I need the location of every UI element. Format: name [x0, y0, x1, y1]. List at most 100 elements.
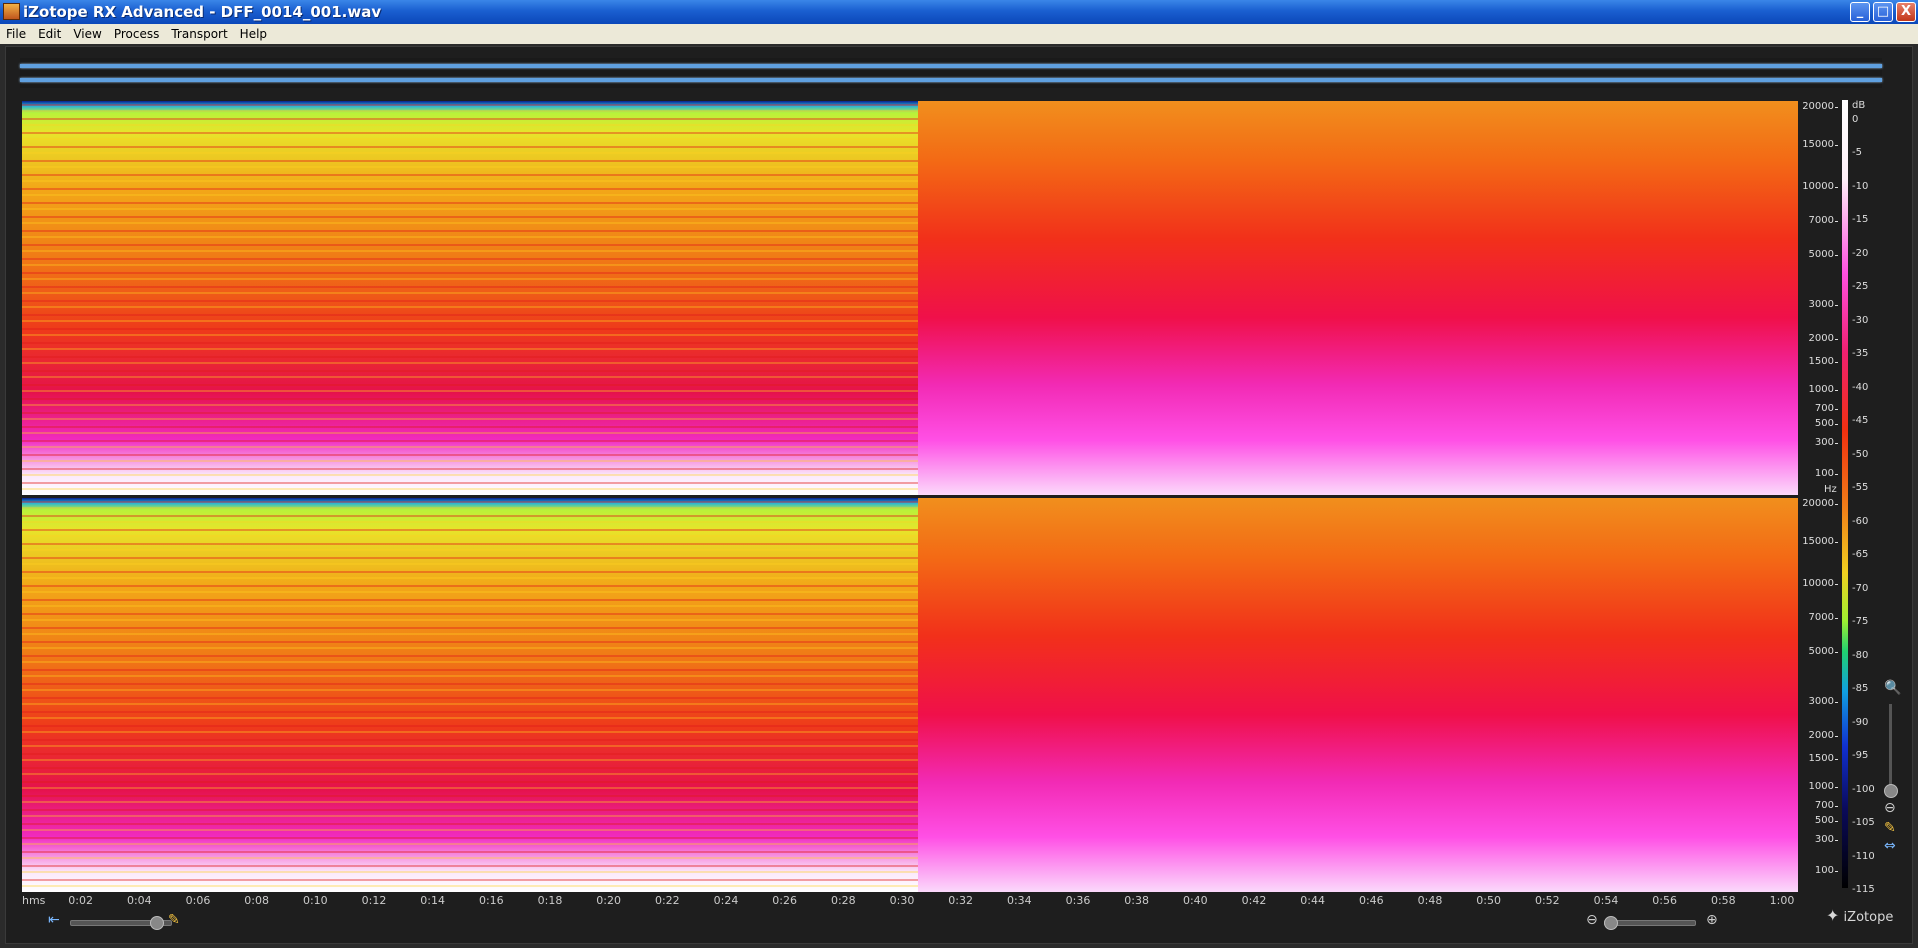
db-unit-label: dB — [1852, 100, 1866, 111]
freq-tick-label: 15000 — [1802, 536, 1838, 547]
freq-tick-label: 100 — [1814, 467, 1839, 479]
db-tick-label: -50 — [1852, 448, 1869, 460]
bottom-toolbar: ⇤ ✎ ⊖ ⊕ — [6, 912, 1912, 942]
db-tick-label: -115 — [1852, 884, 1875, 895]
freq-tick-label: 3000 — [1808, 298, 1839, 310]
vertical-zoom-control[interactable]: 🔍 ⊖ ✎ ⇔ — [1884, 680, 1901, 860]
maximize-button[interactable]: □ — [1873, 2, 1893, 22]
freq-tick-label: 500 — [1814, 418, 1839, 430]
freq-tick-label: 300 — [1814, 834, 1839, 846]
pencil-vertical-icon[interactable]: ✎ — [1884, 820, 1896, 836]
time-tick-label: 0:22 — [654, 894, 680, 907]
db-tick-label: -25 — [1852, 281, 1869, 293]
time-tick-label: 0:44 — [1300, 894, 1326, 907]
freq-tick-label: 300 — [1814, 437, 1839, 449]
freq-tick-label: 15000 — [1802, 139, 1838, 150]
db-tick-label: -85 — [1852, 683, 1869, 695]
arrow-vertical-icon[interactable]: ⇔ — [1884, 838, 1896, 854]
zoom-out-vertical-icon[interactable]: ⊖ — [1884, 800, 1896, 816]
db-tick-label: -70 — [1852, 582, 1869, 594]
time-tick-label: 0:50 — [1476, 894, 1502, 907]
db-tick-label: -90 — [1852, 716, 1869, 728]
db-tick-label: -80 — [1852, 649, 1869, 661]
zoom-in-icon[interactable]: ⊕ — [1706, 912, 1718, 928]
time-tick-label: 0:12 — [361, 894, 387, 907]
freq-tick-label: 7000 — [1808, 215, 1839, 226]
time-tick-label: 0:24 — [713, 894, 739, 907]
time-tick-label: 0:02 — [68, 894, 94, 907]
menu-transport[interactable]: Transport — [165, 24, 233, 44]
db-tick-label: -110 — [1852, 850, 1875, 862]
zoom-icon[interactable]: 🔍 — [1884, 680, 1901, 696]
freq-tick-label: 1500 — [1808, 355, 1839, 367]
vertical-zoom-slider[interactable] — [1889, 704, 1892, 794]
db-tick-label: -65 — [1852, 549, 1869, 561]
db-tick-label: -105 — [1852, 817, 1875, 829]
time-tick-label: 0:40 — [1182, 894, 1208, 907]
time-tick-label: 0:56 — [1652, 894, 1678, 907]
menu-process[interactable]: Process — [108, 24, 166, 44]
freq-tick-label: 700 — [1814, 800, 1839, 812]
horizontal-zoom-knob[interactable] — [1604, 916, 1618, 930]
freq-tick-label: 5000 — [1808, 646, 1839, 658]
freq-tick-label: 100 — [1814, 864, 1839, 876]
time-tick-label: 0:14 — [420, 894, 446, 907]
db-tick-label: -10 — [1852, 180, 1869, 192]
vertical-zoom-knob[interactable] — [1884, 784, 1898, 798]
db-tick-label: -30 — [1852, 314, 1869, 326]
db-color-scale — [1842, 100, 1848, 888]
zoom-out-icon[interactable]: ⊖ — [1586, 912, 1598, 928]
spectrogram-region-noise — [918, 101, 1798, 495]
scrub-icon[interactable]: ⇤ — [48, 912, 60, 928]
menu-file[interactable]: File — [0, 24, 32, 44]
freq-tick-label: 1000 — [1808, 781, 1839, 793]
overview-channel-1 — [20, 64, 1882, 68]
spectrogram-channel-2[interactable] — [22, 498, 1798, 892]
menu-help[interactable]: Help — [234, 24, 273, 44]
db-tick-label: -40 — [1852, 381, 1869, 393]
menu-view[interactable]: View — [67, 24, 107, 44]
freq-tick-label: 700 — [1814, 403, 1839, 415]
time-tick-label: 0:18 — [537, 894, 563, 907]
db-tick-label: -55 — [1852, 482, 1869, 494]
db-tick-label: -75 — [1852, 616, 1869, 628]
time-tick-label: 0:48 — [1417, 894, 1443, 907]
time-tick-label: 0:08 — [244, 894, 270, 907]
db-tick-label: -60 — [1852, 515, 1869, 527]
time-tick-label: 0:58 — [1710, 894, 1736, 907]
menu-bar: File Edit View Process Transport Help — [0, 24, 1918, 44]
time-tick-label: 0:32 — [948, 894, 974, 907]
freq-tick-label: 3000 — [1808, 695, 1839, 707]
db-tick-label: -20 — [1852, 247, 1869, 259]
spectrogram-region-processed — [22, 101, 918, 495]
minimize-button[interactable]: _ — [1850, 2, 1870, 22]
freq-unit-label: Hz — [1824, 484, 1837, 495]
overview-channel-2 — [20, 78, 1882, 82]
db-tick-label: -45 — [1852, 415, 1869, 427]
db-tick-label: -95 — [1852, 750, 1869, 762]
horizontal-scroll-knob[interactable] — [150, 916, 164, 930]
freq-tick-label: 1500 — [1808, 752, 1839, 764]
time-tick-label: 0:46 — [1358, 894, 1384, 907]
time-tick-label: 0:20 — [596, 894, 622, 907]
pencil-icon[interactable]: ✎ — [168, 912, 180, 928]
freq-tick-label: 5000 — [1808, 249, 1839, 261]
freq-tick-label: 20000 — [1802, 498, 1838, 509]
freq-tick-label: 10000 — [1802, 577, 1838, 589]
freq-tick-label: 500 — [1814, 815, 1839, 827]
time-tick-label: 0:42 — [1241, 894, 1267, 907]
time-tick-label: 1:00 — [1769, 894, 1795, 907]
freq-tick-label: 7000 — [1808, 612, 1839, 623]
spectrogram-channel-1[interactable] — [22, 101, 1798, 495]
menu-edit[interactable]: Edit — [32, 24, 67, 44]
db-tick-label: -35 — [1852, 348, 1869, 360]
time-tick-label: 0:30 — [889, 894, 915, 907]
time-tick-label: 0:54 — [1593, 894, 1619, 907]
waveform-overview[interactable] — [20, 58, 1882, 88]
time-tick-label: 0:34 — [1006, 894, 1032, 907]
frequency-axis-channel-1: 20000 15000 10000 7000 5000 3000 2000 1500 1000 7… — [1798, 101, 1839, 495]
close-button[interactable]: X — [1896, 2, 1916, 22]
izotope-logo: ✦ iZotope — [1826, 906, 1894, 925]
time-tick-label: 0:28 — [830, 894, 856, 907]
time-tick-label: 0:52 — [1534, 894, 1560, 907]
